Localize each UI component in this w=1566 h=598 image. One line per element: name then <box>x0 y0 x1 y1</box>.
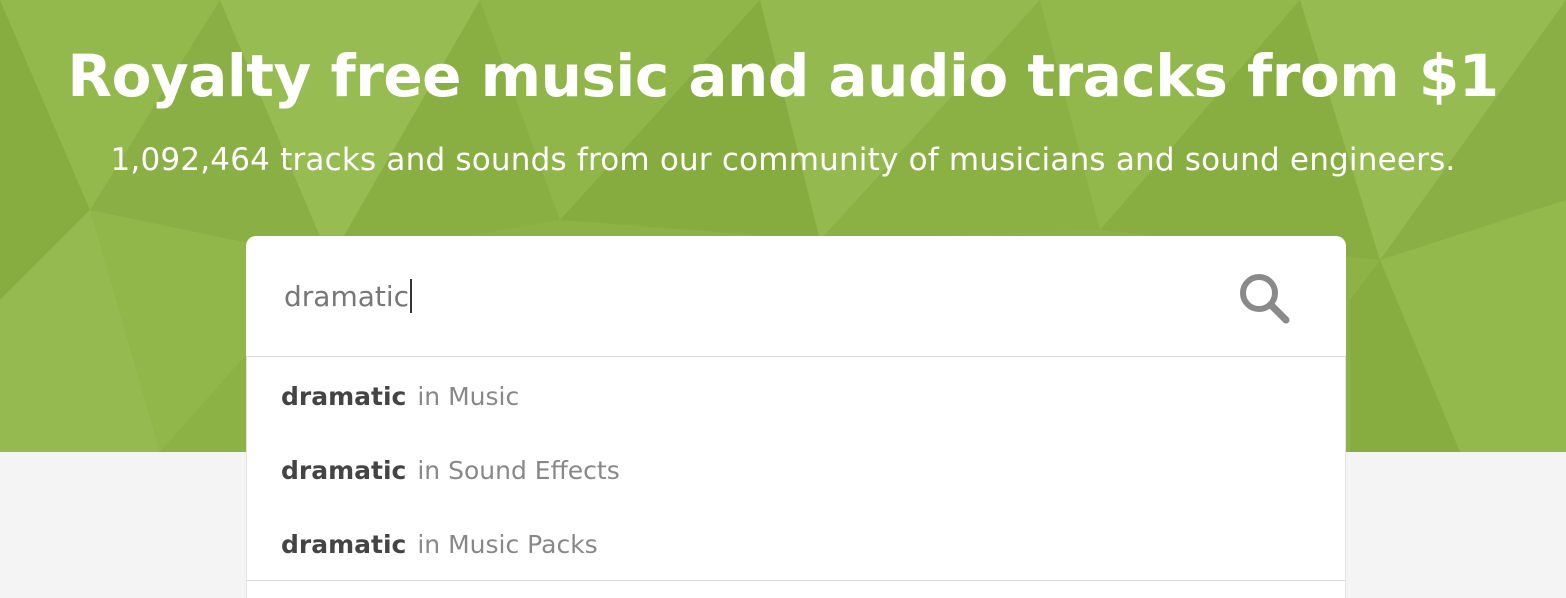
suggestion-music[interactable]: dramatic in Music <box>281 371 1311 421</box>
search-bar[interactable]: dramatic <box>246 236 1346 357</box>
search-icon[interactable] <box>1236 270 1292 326</box>
suggestion-music-packs[interactable]: dramatic in Music Packs <box>281 519 1311 569</box>
suggestion-scope: in Sound Effects <box>417 455 620 485</box>
suggestion-scope: in Music Packs <box>417 529 598 559</box>
search-suggestions-dropdown: dramatic in Music dramatic in Sound Effe… <box>246 357 1346 598</box>
page-subheadline: 1,092,464 tracks and sounds from our com… <box>110 142 1456 178</box>
search-input[interactable]: dramatic <box>284 272 1184 320</box>
suggestion-sound-effects[interactable]: dramatic in Sound Effects <box>281 445 1311 495</box>
suggestion-term: dramatic <box>281 381 407 411</box>
suggestion-term: dramatic <box>281 455 407 485</box>
page-headline: Royalty free music and audio tracks from… <box>67 42 1499 110</box>
suggestion-term: dramatic <box>281 529 407 559</box>
search-input-value: dramatic <box>284 279 410 313</box>
text-caret <box>410 279 413 313</box>
suggestion-scope: in Music <box>417 381 520 411</box>
dropdown-divider <box>247 580 1345 581</box>
